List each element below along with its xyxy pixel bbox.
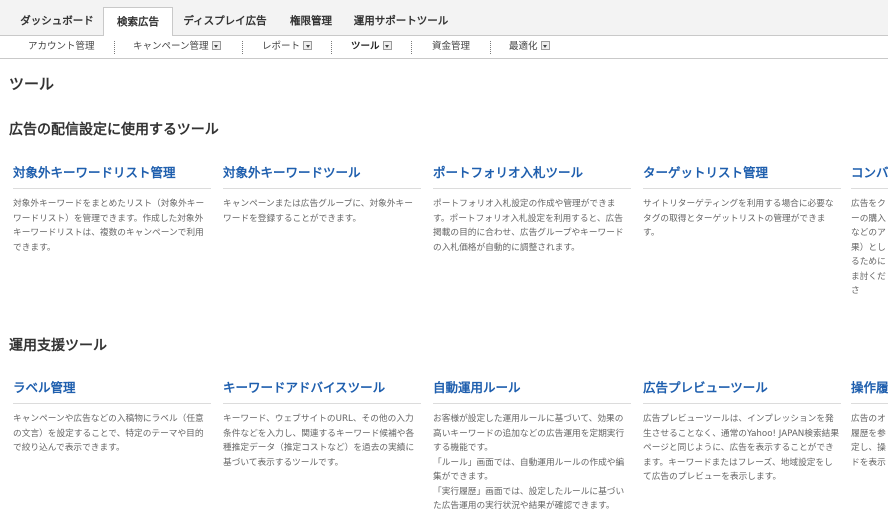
subnav-divider (411, 41, 412, 54)
tool-link-keyword-advice[interactable]: キーワードアドバイスツール (223, 377, 421, 404)
subnav-label: ツール (351, 41, 380, 52)
tool-card: 対象外キーワードツール キャンペーンまたは広告グループに、対象外キーワードを登録… (223, 162, 421, 302)
subnav-label: キャンペーン管理 (133, 41, 209, 52)
tool-link-target-list-management[interactable]: ターゲットリスト管理 (643, 162, 841, 189)
tool-description: 対象外キーワードをまとめたリスト（対象外キーワードリスト）を管理できます。作成し… (13, 199, 205, 253)
tool-link-automated-rules[interactable]: 自動運用ルール (433, 377, 631, 404)
tab-display-ads[interactable]: ディスプレイ広告 (176, 7, 274, 36)
tool-description: 広告のオ履歴を参定し、操ドを表示 (851, 414, 886, 468)
tool-description: ポートフォリオ入札設定の作成や管理ができます。ポートフォリオ入札設定を利用すると… (433, 199, 624, 253)
tool-card: 広告プレビューツール 広告プレビューツールは、インプレッションを発生させることな… (643, 377, 841, 531)
subnav-tools[interactable]: ツール (351, 36, 392, 58)
tool-link-negative-keyword-tool[interactable]: 対象外キーワードツール (223, 162, 421, 189)
tool-description: サイトリターゲティングを利用する場合に必要なタグの取得とターゲットリストの管理が… (643, 199, 834, 238)
tool-link-operation-history-truncated[interactable]: 操作履 (851, 377, 888, 404)
tool-description: キーワード、ウェブサイトのURL、その他の入力条件などを入力し、関連するキーワー… (223, 414, 415, 468)
tool-card: 操作履 広告のオ履歴を参定し、操ドを表示 (851, 377, 888, 531)
dropdown-arrow-icon[interactable] (540, 41, 550, 50)
subnav-divider (490, 41, 491, 54)
tool-link-ad-preview[interactable]: 広告プレビューツール (643, 377, 841, 404)
subnav-divider (114, 41, 115, 54)
sub-navigation: アカウント管理 キャンペーン管理 レポート ツール 資金管理 最適化 (0, 36, 888, 59)
tool-link-negative-keyword-list[interactable]: 対象外キーワードリスト管理 (13, 162, 211, 189)
tool-description: お客様が設定した運用ルールに基づいて、効果の高いキーワードの追加などの広告運用を… (433, 414, 625, 511)
subnav-label: レポート (262, 41, 301, 52)
tool-card: コンバ 広告をクーの購入などのア果）としるためにま討くださ (851, 162, 888, 302)
tool-description: 広告をクーの購入などのア果）としるためにま討くださ (851, 199, 886, 296)
subnav-optimization[interactable]: 最適化 (509, 36, 550, 58)
tab-dashboard[interactable]: ダッシュボード (8, 7, 106, 36)
dropdown-arrow-icon[interactable] (382, 41, 392, 50)
subnav-funds-management[interactable]: 資金管理 (432, 36, 470, 58)
tool-card: 対象外キーワードリスト管理 対象外キーワードをまとめたリスト（対象外キーワードリ… (13, 162, 211, 302)
tool-card: ターゲットリスト管理 サイトリターゲティングを利用する場合に必要なタグの取得とタ… (643, 162, 841, 302)
subnav-label: 資金管理 (432, 41, 471, 52)
dropdown-arrow-icon[interactable] (303, 41, 313, 50)
tab-search-ads[interactable]: 検索広告 (103, 7, 173, 37)
tool-link-conversion-truncated[interactable]: コンバ (851, 162, 888, 189)
tab-permission-management[interactable]: 権限管理 (279, 7, 343, 36)
tool-card: キーワードアドバイスツール キーワード、ウェブサイトのURL、その他の入力条件な… (223, 377, 421, 531)
tool-description: キャンペーンまたは広告グループに、対象外キーワードを登録することができます。 (223, 199, 413, 224)
tool-description: 広告プレビューツールは、インプレッションを発生させることなく、通常のYahoo!… (643, 414, 840, 482)
subnav-report[interactable]: レポート (262, 36, 313, 58)
tool-card: ポートフォリオ入札ツール ポートフォリオ入札設定の作成や管理ができます。ポートフ… (433, 162, 631, 302)
top-tab-bar: ダッシュボード 検索広告 ディスプレイ広告 権限管理 運用サポートツール (0, 0, 888, 37)
tool-link-portfolio-bidding[interactable]: ポートフォリオ入札ツール (433, 162, 631, 189)
dropdown-arrow-icon[interactable] (211, 41, 221, 50)
page-title: ツール (9, 75, 55, 93)
subnav-account-management[interactable]: アカウント管理 (28, 36, 95, 58)
tab-operation-support-tools[interactable]: 運用サポートツール (349, 7, 453, 36)
subnav-divider (242, 41, 243, 54)
section-title-delivery-settings-tools: 広告の配信設定に使用するツール (9, 122, 219, 138)
tool-card: 自動運用ルール お客様が設定した運用ルールに基づいて、効果の高いキーワードの追加… (433, 377, 631, 531)
section-title-operation-support-tools: 運用支援ツール (9, 338, 107, 354)
tool-card: ラベル管理 キャンペーンや広告などの入稿物にラベル（任意の文言）を設定することで… (13, 377, 211, 531)
subnav-divider (331, 41, 332, 54)
subnav-label: 最適化 (509, 41, 538, 52)
tool-description: キャンペーンや広告などの入稿物にラベル（任意の文言）を設定することで、特定のテー… (13, 414, 204, 453)
subnav-label: アカウント管理 (28, 41, 95, 52)
subnav-campaign-management[interactable]: キャンペーン管理 (133, 36, 221, 58)
tool-link-label-management[interactable]: ラベル管理 (13, 377, 211, 404)
